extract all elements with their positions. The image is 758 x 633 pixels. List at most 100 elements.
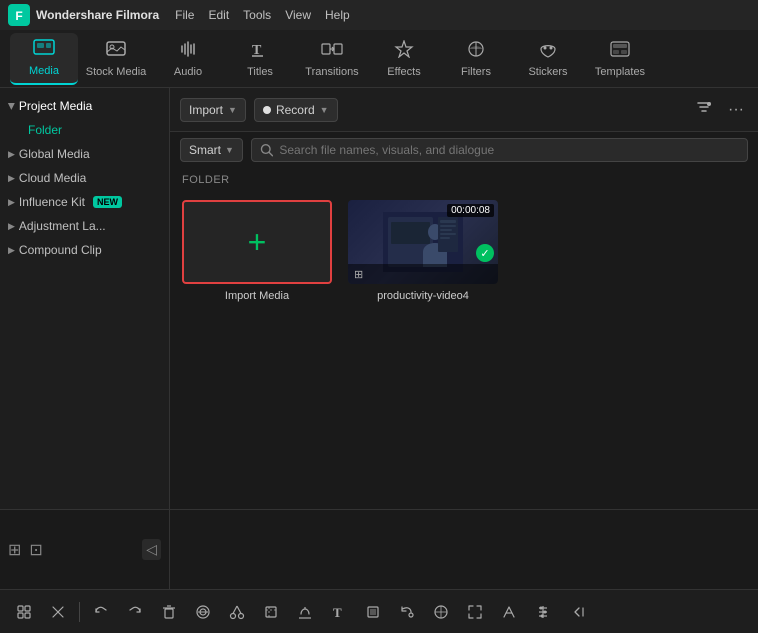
svg-text:T: T	[333, 605, 342, 620]
app-name: Wondershare Filmora	[36, 8, 159, 22]
adjustment-la-label: Adjustment La...	[19, 219, 106, 233]
adjustment-la-arrow: ▶	[8, 221, 15, 232]
influence-kit-arrow: ▶	[8, 197, 15, 208]
global-media-label: Global Media	[19, 147, 90, 161]
import-media-label: Import Media	[225, 290, 289, 302]
toolbar-stickers-label: Stickers	[528, 66, 567, 78]
toolbar-filters-label: Filters	[461, 66, 491, 78]
toolbar-effects-label: Effects	[387, 66, 420, 78]
sidebar-item-project-media[interactable]: ▶ Project Media	[0, 94, 169, 118]
btm-cut[interactable]	[221, 597, 253, 627]
filter-button[interactable]	[692, 95, 716, 124]
toolbar-audio[interactable]: Audio	[154, 33, 222, 85]
btm-freeze[interactable]	[357, 597, 389, 627]
sidebar-item-adjustment-la[interactable]: ▶ Adjustment La...	[0, 214, 169, 238]
btm-scale[interactable]	[459, 597, 491, 627]
sidebar-item-global-media[interactable]: ▶ Global Media	[0, 142, 169, 166]
influence-kit-label: Influence Kit	[19, 195, 85, 209]
search-bar: Smart ▼	[170, 132, 758, 168]
add-track-icon[interactable]: ⊞	[8, 540, 21, 560]
toolbar-stock[interactable]: Stock Media	[82, 33, 150, 85]
btm-trim-tool[interactable]	[42, 597, 74, 627]
compound-clip-label: Compound Clip	[19, 243, 102, 257]
sidebar-item-cloud-media[interactable]: ▶ Cloud Media	[0, 166, 169, 190]
smart-dropdown-arrow: ▼	[225, 145, 234, 155]
media-icon	[33, 39, 55, 62]
menu-file[interactable]: File	[175, 8, 194, 22]
btm-collapse-right[interactable]	[561, 597, 593, 627]
toolbar-stock-label: Stock Media	[86, 66, 147, 78]
bottom-right-panel	[170, 510, 758, 589]
sidebar-item-folder[interactable]: Folder	[0, 118, 169, 142]
search-input-wrap	[251, 138, 748, 162]
btm-redo[interactable]	[119, 597, 151, 627]
compound-clip-arrow: ▶	[8, 245, 15, 256]
btm-select-tool[interactable]	[8, 597, 40, 627]
collapse-sidebar-button[interactable]: ◁	[142, 539, 161, 560]
toolbar-media[interactable]: Media	[10, 33, 78, 85]
menu-view[interactable]: View	[285, 8, 311, 22]
search-input[interactable]	[279, 143, 739, 157]
toolbar-transitions[interactable]: Transitions	[298, 33, 366, 85]
toolbar-templates[interactable]: Templates	[586, 33, 654, 85]
sidebar: ▶ Project Media Folder ▶ Global Media ▶ …	[0, 88, 170, 509]
import-media-item[interactable]: + Import Media	[182, 200, 332, 501]
toolbar-filters[interactable]: Filters	[442, 33, 510, 85]
video-media-item[interactable]: 00:00:08 ⊞ ✓ productivity-video4	[348, 200, 498, 501]
menu-edit[interactable]: Edit	[208, 8, 229, 22]
btm-text[interactable]: T	[323, 597, 355, 627]
transitions-icon	[321, 40, 343, 63]
effects-icon	[393, 40, 415, 63]
btm-crop[interactable]	[255, 597, 287, 627]
btm-mixer[interactable]	[527, 597, 559, 627]
video-media-thumb: 00:00:08 ⊞ ✓	[348, 200, 498, 284]
toolbar-transitions-label: Transitions	[305, 66, 358, 78]
global-media-arrow: ▶	[8, 149, 15, 160]
sidebar-item-compound-clip[interactable]: ▶ Compound Clip	[0, 238, 169, 262]
btm-delete[interactable]	[153, 597, 185, 627]
import-button[interactable]: Import ▼	[180, 98, 246, 122]
content-area: Import ▼ Record ▼ ··· Smart ▼	[170, 88, 758, 509]
btm-undo[interactable]	[85, 597, 117, 627]
toolbar-titles[interactable]: T Titles	[226, 33, 294, 85]
toolbar-divider-1	[79, 602, 80, 622]
svg-text:F: F	[15, 9, 22, 23]
project-media-arrow: ▶	[6, 103, 17, 110]
smart-dropdown[interactable]: Smart ▼	[180, 138, 243, 162]
menu-help[interactable]: Help	[325, 8, 350, 22]
content-toolbar: Import ▼ Record ▼ ···	[170, 88, 758, 132]
app-logo-icon: F	[8, 4, 30, 26]
audio-icon	[177, 40, 199, 63]
btm-ripple[interactable]	[187, 597, 219, 627]
filters-icon	[465, 40, 487, 63]
toolbar-audio-label: Audio	[174, 66, 202, 78]
stock-icon	[105, 40, 127, 63]
influence-kit-badge: NEW	[93, 196, 122, 208]
main-area: ▶ Project Media Folder ▶ Global Media ▶ …	[0, 88, 758, 509]
stickers-icon	[537, 40, 559, 63]
btm-color[interactable]	[493, 597, 525, 627]
menu-tools[interactable]: Tools	[243, 8, 271, 22]
toolbar-templates-label: Templates	[595, 66, 645, 78]
new-sequence-icon[interactable]: ⊡	[29, 540, 42, 560]
sidebar-item-influence-kit[interactable]: ▶ Influence Kit NEW	[0, 190, 169, 214]
record-label: Record	[276, 103, 315, 117]
menu-items: File Edit Tools View Help	[175, 8, 350, 22]
toolbar-titles-label: Titles	[247, 66, 273, 78]
search-icon	[260, 143, 273, 157]
import-dropdown-arrow: ▼	[228, 105, 237, 115]
record-dot-icon	[263, 106, 271, 114]
toolbar-effects[interactable]: Effects	[370, 33, 438, 85]
record-dropdown-arrow: ▼	[320, 105, 329, 115]
templates-icon	[609, 40, 631, 63]
cloud-media-arrow: ▶	[8, 173, 15, 184]
toolbar-stickers[interactable]: Stickers	[514, 33, 582, 85]
bottom-toolbar: T	[0, 589, 758, 633]
app-logo: F Wondershare Filmora	[8, 4, 159, 26]
record-button[interactable]: Record ▼	[254, 98, 338, 122]
more-options-button[interactable]: ···	[724, 97, 748, 123]
video-controls-bar: ⊞	[348, 264, 498, 284]
btm-reverse[interactable]	[391, 597, 423, 627]
btm-audio-detach[interactable]	[289, 597, 321, 627]
btm-mosaic[interactable]	[425, 597, 457, 627]
